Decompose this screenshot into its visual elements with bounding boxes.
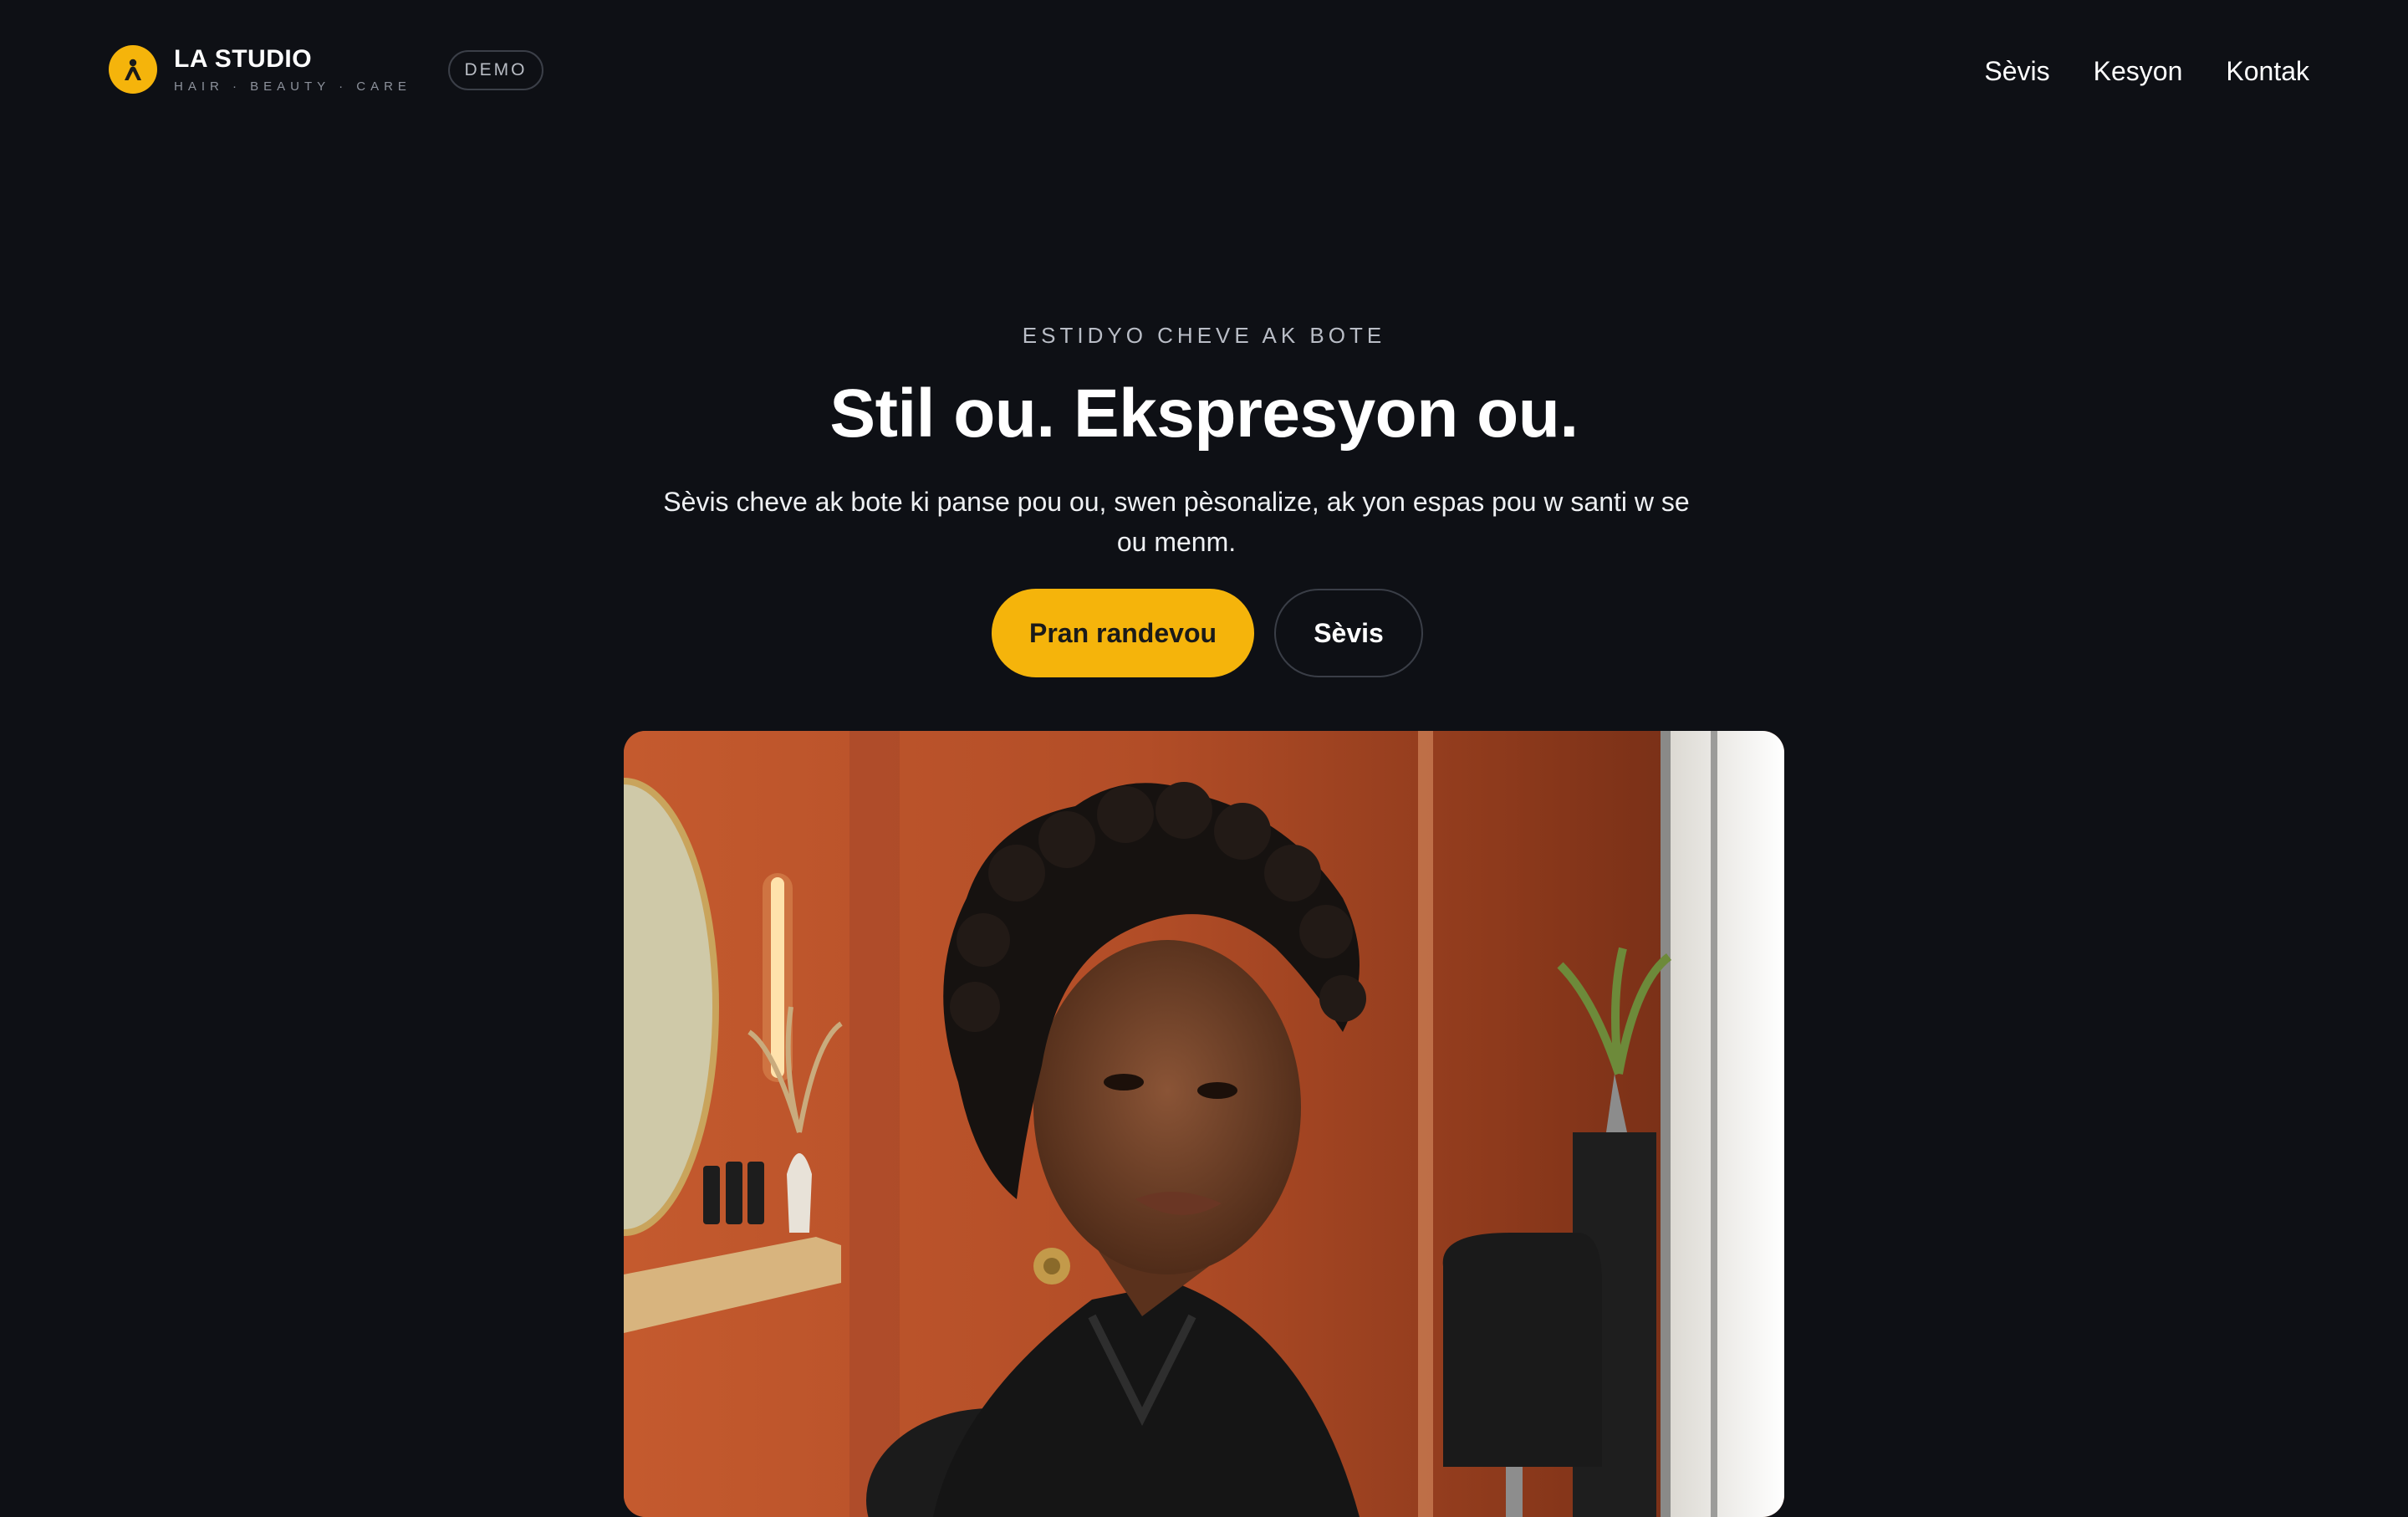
brand-name: LA STUDIO (174, 44, 313, 73)
nav-link-kontak[interactable]: Kontak (2226, 52, 2309, 90)
brand-tagline: HAIR · BEAUTY · CARE (174, 79, 411, 94)
services-button[interactable]: Sèvis (1274, 589, 1423, 677)
hero-eyebrow: ESTIDYO CHEVE AK BOTE (1022, 323, 1386, 348)
person-icon (109, 45, 157, 94)
site-header: LA STUDIO HAIR · BEAUTY · CARE DEMO Sèvi… (0, 0, 2408, 142)
demo-badge: DEMO (448, 50, 543, 90)
nav-link-sevis[interactable]: Sèvis (1984, 52, 2049, 90)
nav-link-kesyon[interactable]: Kesyon (2094, 52, 2183, 90)
hero-title: Stil ou. Ekspresyon ou. (829, 375, 1579, 452)
book-appointment-button[interactable]: Pran randevou (992, 589, 1254, 677)
hero-actions: Pran randevou Sèvis (0, 589, 2408, 677)
hero-subtitle: Sèvis cheve ak bote ki panse pou ou, swe… (663, 487, 1690, 557)
hero-photo (624, 731, 1784, 1517)
brand[interactable]: LA STUDIO HAIR · BEAUTY · CARE (109, 45, 411, 94)
main-nav: Sèvis Kesyon Kontak (1984, 52, 2309, 90)
